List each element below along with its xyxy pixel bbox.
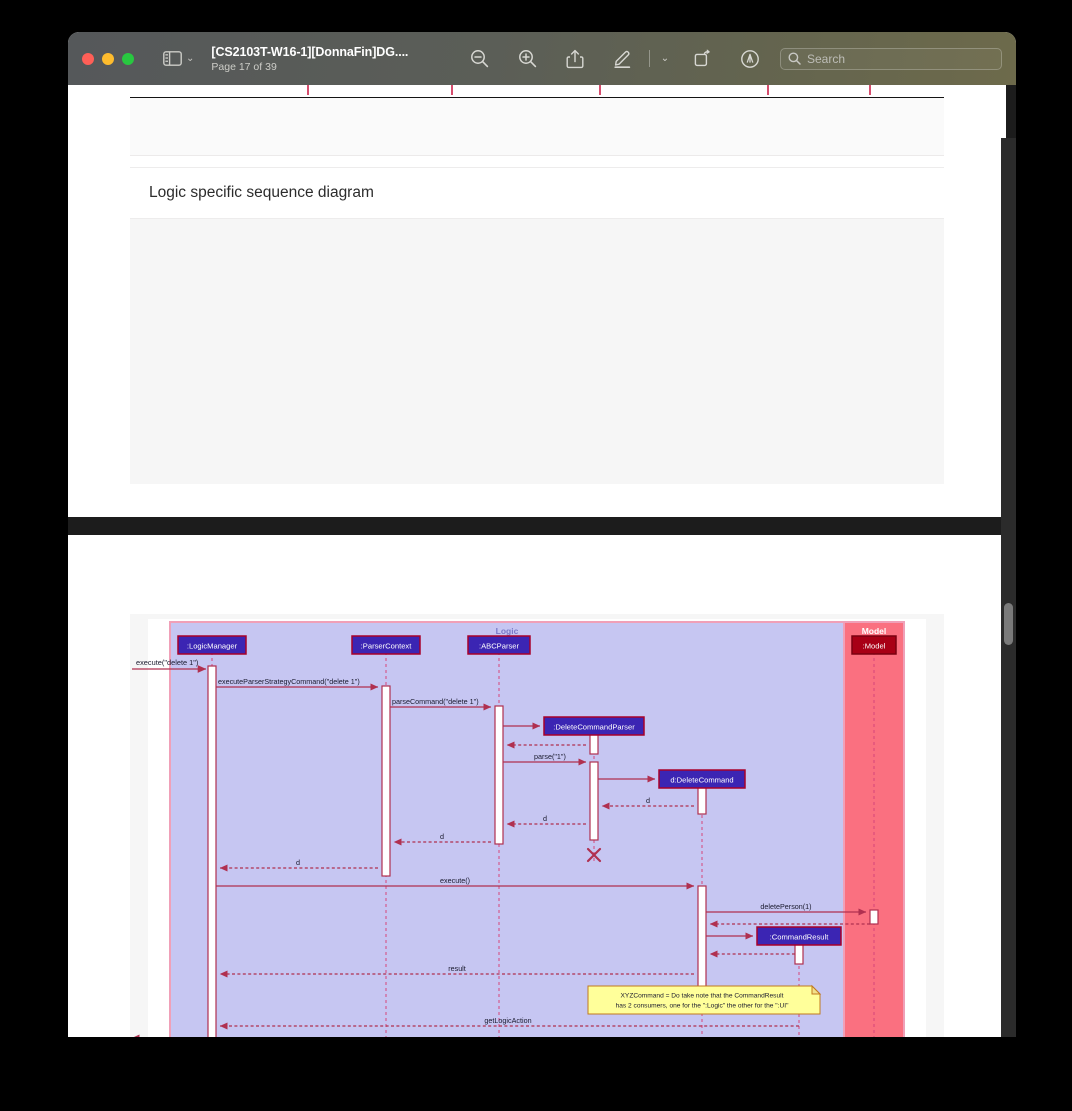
svg-text::DeleteCommandParser: :DeleteCommandParser — [553, 723, 635, 732]
svg-text:parseCommand("delete 1"): parseCommand("delete 1") — [392, 697, 479, 706]
svg-text:has 2 consumers, one for the: has 2 consumers, one for the ":Logic" th… — [616, 1003, 789, 1010]
annotate-button[interactable] — [726, 32, 774, 85]
chevron-down-icon: ⌄ — [186, 52, 195, 64]
zoom-out-button[interactable] — [455, 32, 503, 85]
figure-caption: Logic specific sequence diagram — [149, 184, 374, 201]
sidebar-toggle-button[interactable]: ⌄ — [163, 51, 194, 66]
svg-text:executeParserStrategyCommand(": executeParserStrategyCommand("delete 1") — [218, 677, 360, 686]
screen: ⌄ [CS2103T-W16-1][DonnaFin]DG.... Page 1… — [0, 0, 1072, 1111]
markup-button[interactable] — [599, 32, 647, 85]
traffic-lights — [82, 52, 134, 65]
svg-text:d: d — [296, 858, 300, 867]
rotate-button[interactable] — [678, 32, 726, 85]
share-button[interactable] — [551, 32, 599, 85]
svg-text:execute("delete 1"): execute("delete 1") — [136, 658, 198, 667]
close-button[interactable] — [82, 52, 94, 65]
svg-text:parse("1"): parse("1") — [534, 752, 566, 761]
title-block: [CS2103T-W16-1][DonnaFin]DG.... Page 17 … — [211, 45, 408, 73]
markup-options-button[interactable]: ⌄ — [652, 32, 678, 85]
svg-text:d: d — [646, 796, 650, 805]
diagram-bottom-whitespace — [130, 98, 944, 156]
toolbar-actions: ⌄ Search — [455, 32, 1004, 85]
svg-text::CommandResult: :CommandResult — [770, 933, 830, 942]
svg-text:Model: Model — [862, 626, 887, 636]
diagram-note: XYZCommand = Do take note that the Comma… — [587, 984, 822, 1015]
zoom-button[interactable] — [122, 52, 134, 65]
svg-text:d: d — [543, 814, 547, 823]
pdf-page-lower: Logic Model execute("delete 1"):LogicMa… — [68, 535, 1006, 1037]
zoom-in-button[interactable] — [503, 32, 551, 85]
share-icon — [566, 49, 584, 68]
markup-pen-icon — [614, 50, 631, 68]
svg-text::ABCParser: :ABCParser — [479, 642, 520, 651]
chevron-down-icon: ⌄ — [660, 52, 670, 64]
zoom-out-icon — [470, 50, 488, 68]
svg-text::Model: :Model — [863, 642, 886, 651]
sequence-diagram-figure: Logic Model execute("delete 1"):LogicMa… — [130, 614, 944, 1037]
pdf-page-upper: Logic specific sequence diagram — [68, 85, 1006, 517]
document-title: [CS2103T-W16-1][DonnaFin]DG.... — [211, 44, 409, 59]
toolbar-divider — [649, 50, 650, 67]
sequence-diagram-svg: Logic Model execute("delete 1"):LogicMa… — [130, 614, 944, 1037]
search-icon — [788, 52, 801, 65]
svg-text:XYZCommand = Do take note that: XYZCommand = Do take note that the Comma… — [621, 993, 784, 1000]
zoom-in-icon — [518, 50, 536, 68]
search-field[interactable]: Search — [780, 47, 1002, 70]
rotate-icon — [694, 49, 710, 67]
svg-text:result: result — [448, 964, 466, 973]
sidebar-icon — [163, 51, 182, 66]
window-toolbar: ⌄ [CS2103T-W16-1][DonnaFin]DG.... Page 1… — [68, 32, 1016, 85]
svg-text:d:DeleteCommand: d:DeleteCommand — [670, 776, 733, 785]
document-scroll-area[interactable]: Logic specific sequence diagram Logic Mo… — [68, 85, 1016, 1037]
svg-text::ParserContext: :ParserContext — [361, 642, 413, 651]
svg-text:execute(): execute() — [440, 876, 470, 885]
annotate-circle-icon — [741, 49, 759, 68]
page-indicator: Page 17 of 39 — [211, 60, 277, 73]
previous-diagram-lifelines — [130, 85, 944, 98]
figure-caption-row: Logic specific sequence diagram — [130, 167, 944, 219]
search-placeholder: Search — [807, 51, 846, 66]
svg-text:getLogicAction: getLogicAction — [484, 1016, 531, 1025]
vertical-scrollbar-thumb[interactable] — [1004, 603, 1013, 645]
page-separator — [68, 517, 1006, 535]
svg-text:Logic: Logic — [496, 626, 519, 636]
svg-text:deletePerson(1): deletePerson(1) — [760, 902, 811, 911]
preview-window: ⌄ [CS2103T-W16-1][DonnaFin]DG.... Page 1… — [68, 32, 1016, 1037]
svg-text:d: d — [440, 832, 444, 841]
svg-text::LogicManager: :LogicManager — [187, 642, 238, 651]
minimize-button[interactable] — [102, 52, 114, 65]
vertical-scrollbar-track[interactable] — [1001, 138, 1016, 1037]
page-lower-band — [130, 219, 944, 484]
